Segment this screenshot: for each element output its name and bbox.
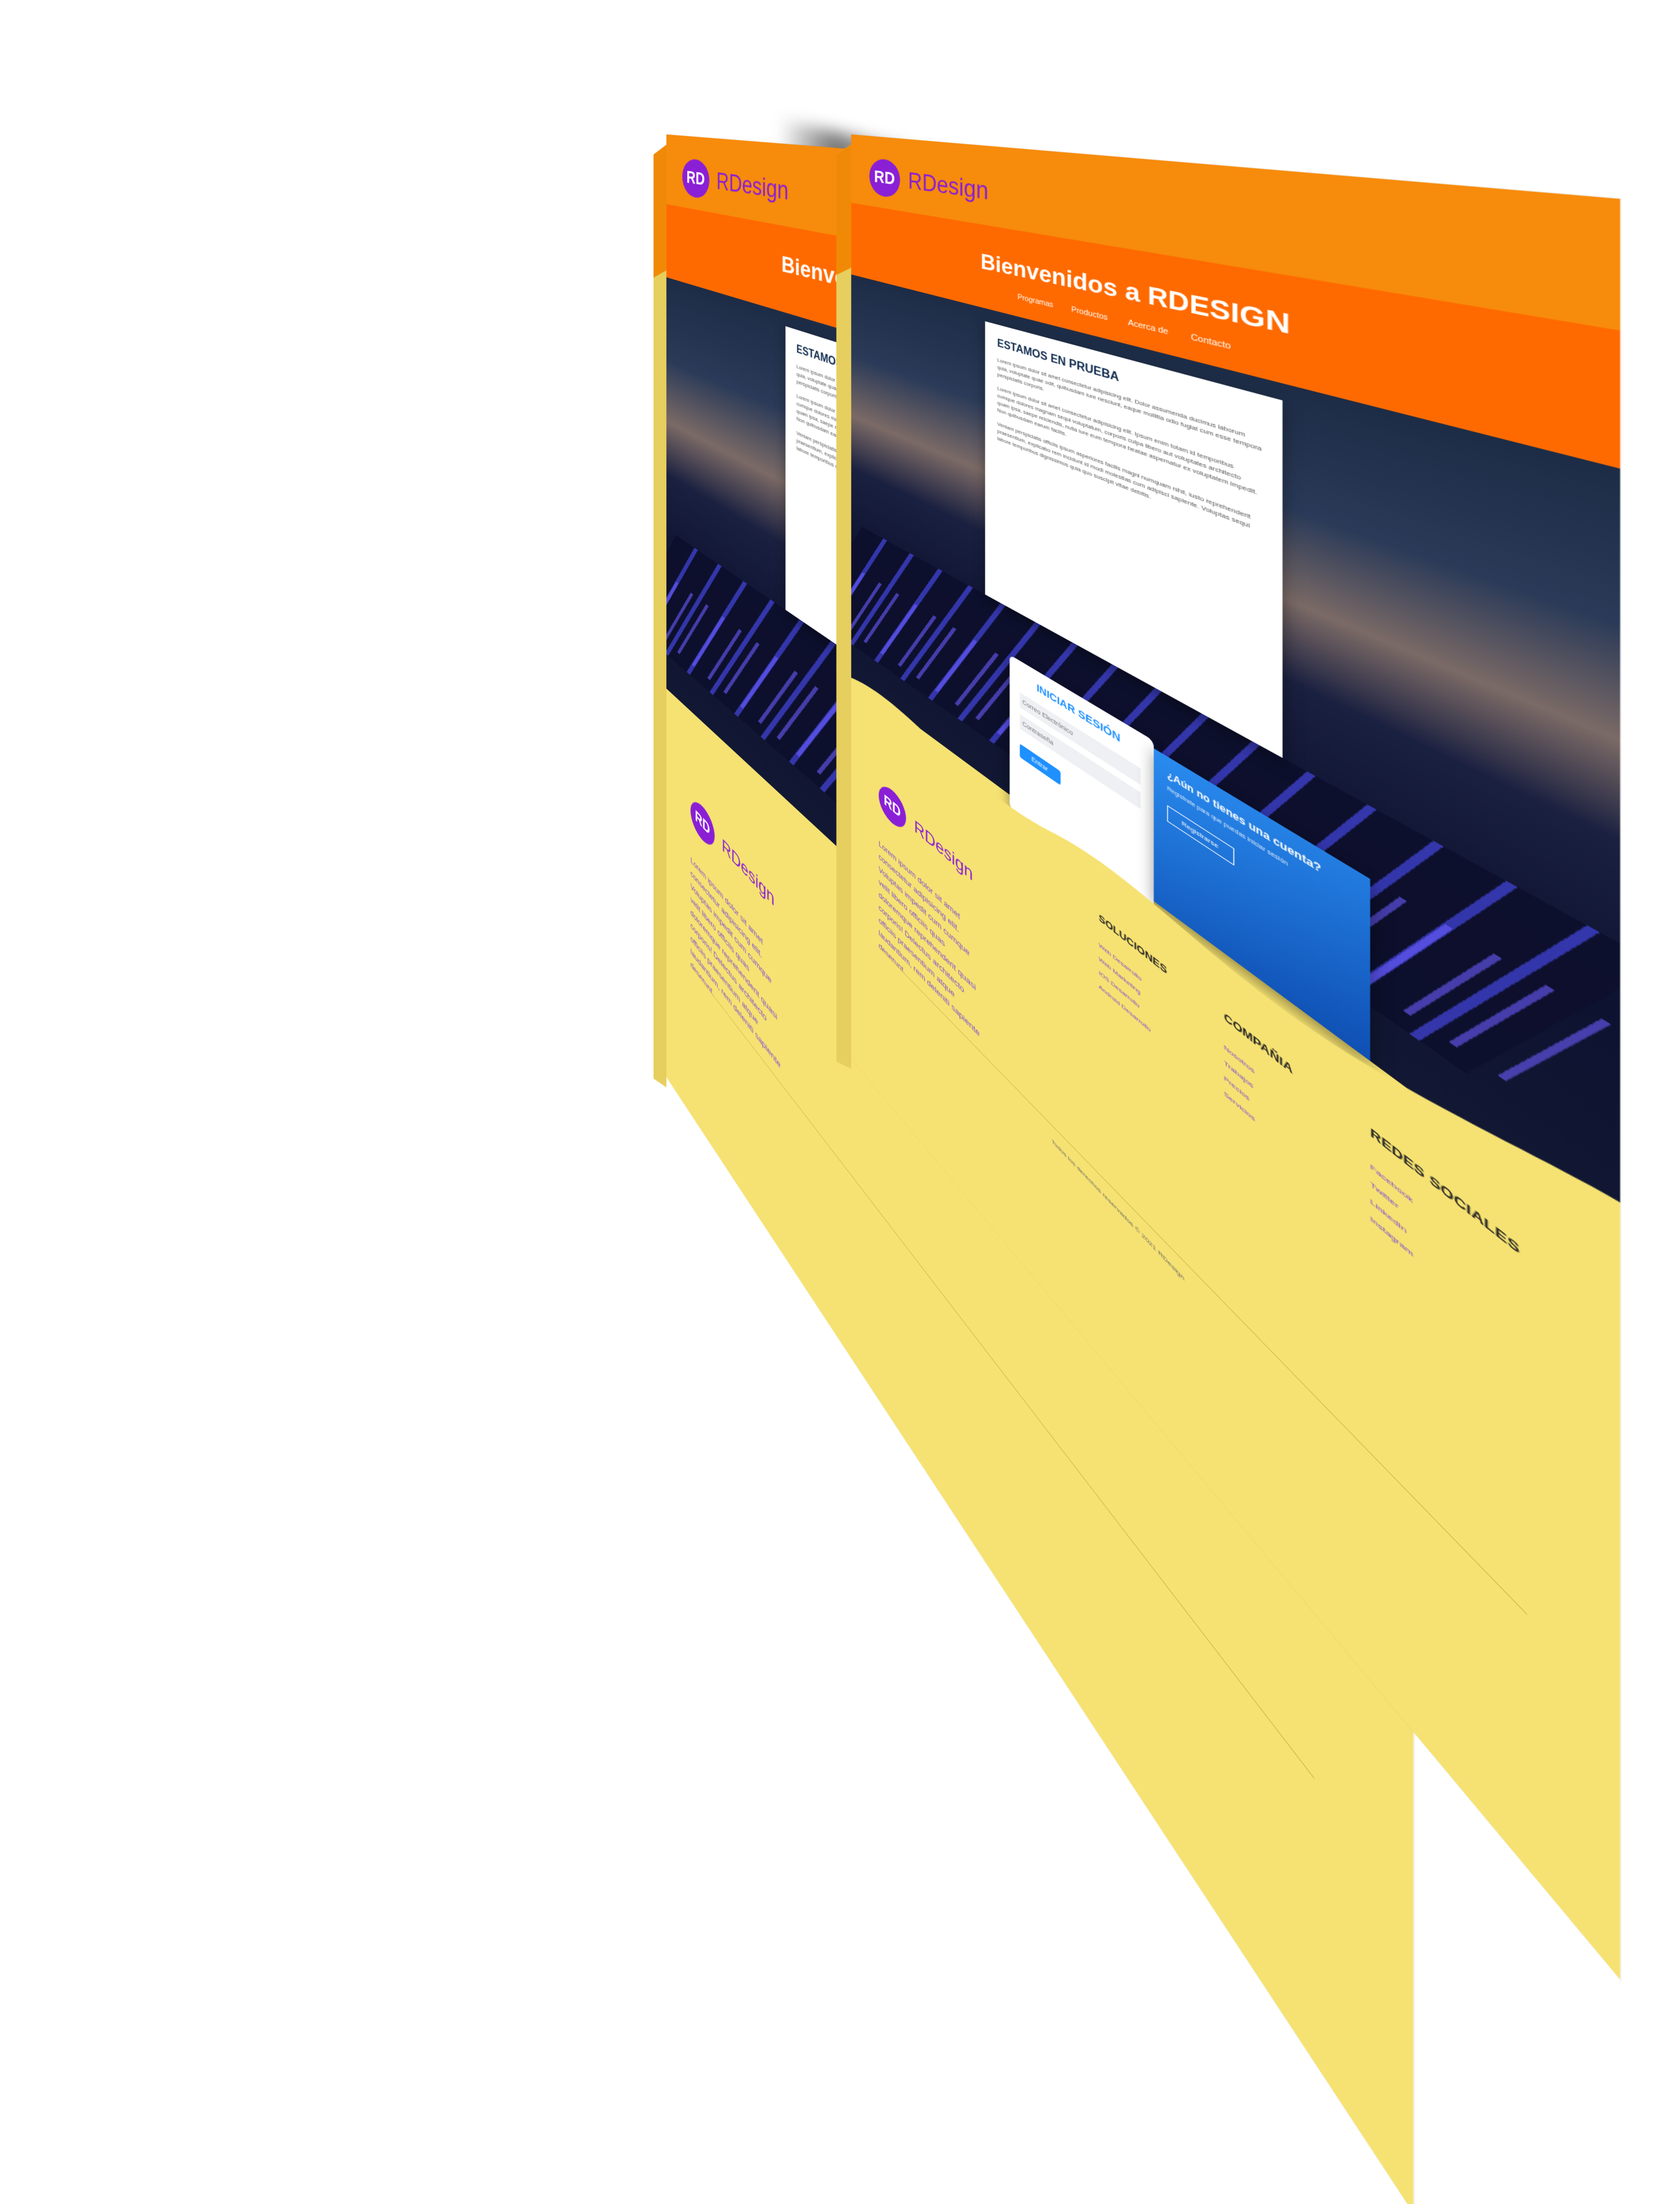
logo-icon[interactable]: RD [869,158,900,199]
board-edge [654,145,666,1087]
logo-text[interactable]: RDesign [716,168,788,206]
board-edge [837,145,851,1069]
board-edge-top [654,145,666,277]
footer-logo-icon: RD [879,779,906,835]
footer-link[interactable]: LinkedIn [1370,1197,1527,1338]
footer-link[interactable]: Trabajos [1224,1059,1347,1168]
logo-text[interactable]: RDesign [908,168,989,206]
logo-icon[interactable]: RD [682,158,709,200]
board-edge-top [837,145,851,275]
footer-logo-text: RDesign [914,816,973,886]
footer-logo-icon: RD [690,794,715,854]
mockup-stage: RD RDesign Bienvenidos a RDESIGN ESTAMOS… [0,0,1680,1120]
